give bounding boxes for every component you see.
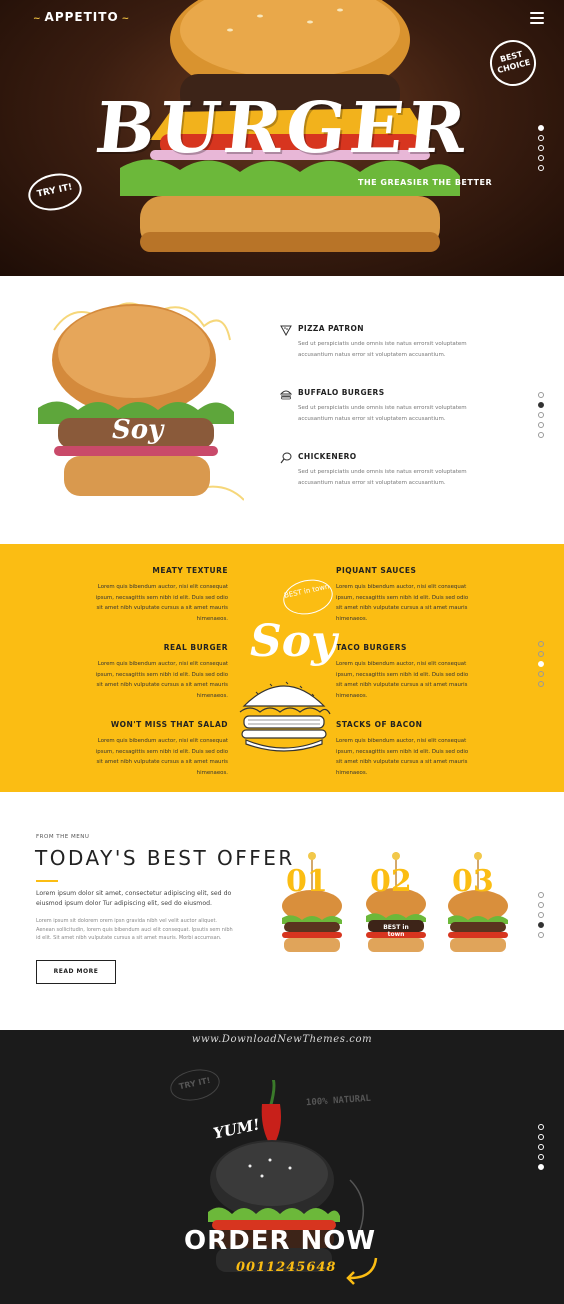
page-dot-5[interactable] bbox=[538, 681, 544, 687]
offer-heading: TODAY'S BEST OFFER bbox=[35, 846, 295, 870]
page-dot-1[interactable] bbox=[538, 641, 544, 647]
offer-number-2: 02 bbox=[370, 864, 412, 899]
feature-text: Sed ut perspiciatis unde omnis iste natu… bbox=[298, 405, 467, 422]
page-dot-4[interactable] bbox=[538, 155, 544, 161]
highlight-text: Lorem quis bibendum auctor, nisi elit co… bbox=[336, 584, 469, 622]
features-burger-image: Soy bbox=[38, 302, 244, 501]
page-dot-5[interactable] bbox=[538, 1164, 544, 1170]
hero-tagline: THE GREASIER THE BETTER bbox=[358, 178, 493, 187]
try-it-badge: TRY IT! bbox=[24, 168, 86, 216]
page-dot-2[interactable] bbox=[538, 902, 544, 908]
page-dot-3[interactable] bbox=[538, 661, 544, 667]
watermark-text: www.DownloadNewThemes.com bbox=[191, 1034, 373, 1045]
page-dot-3[interactable] bbox=[538, 912, 544, 918]
highlight-real-burger: REAL BURGER Lorem quis bibendum auctor, … bbox=[88, 643, 228, 701]
hero-title: BURGER bbox=[91, 86, 475, 169]
highlight-title: STACKS OF BACON bbox=[336, 720, 423, 729]
page-dot-2[interactable] bbox=[538, 402, 544, 408]
highlight-text: Lorem quis bibendum auctor, nisi elit co… bbox=[95, 661, 228, 699]
highlight-stacks-of-bacon: STACKS OF BACON Lorem quis bibendum auct… bbox=[336, 720, 476, 778]
page-dot-1[interactable] bbox=[538, 1124, 544, 1130]
highlight-meaty-texture: MEATY TEXTURE Lorem quis bibendum auctor… bbox=[88, 566, 228, 624]
order-now-button[interactable]: ORDER NOW bbox=[184, 1226, 376, 1256]
features-burger-label: Soy bbox=[112, 415, 165, 445]
highlight-title: TACO BURGERS bbox=[336, 643, 407, 652]
features-pagination bbox=[538, 392, 544, 442]
order-section: www.DownloadNewThemes.com TRY IT! 100% N… bbox=[0, 1030, 564, 1304]
highlight-taco-burgers: TACO BURGERS Lorem quis bibendum auctor,… bbox=[336, 643, 476, 701]
logo-dash-left: ~ bbox=[33, 14, 42, 24]
highlight-text: Lorem quis bibendum auctor, nisi elit co… bbox=[336, 738, 469, 776]
page-dot-4[interactable] bbox=[538, 422, 544, 428]
highlight-title: WON'T MISS THAT SALAD bbox=[110, 720, 228, 729]
hero-section: ~ APPETITO ~ BURGER THE GREASIER THE BETTE… bbox=[0, 0, 564, 276]
feature-title: PIZZA PATRON bbox=[298, 324, 364, 333]
feature-text: Sed ut perspiciatis unde omnis iste natu… bbox=[298, 341, 467, 358]
sketch-burger-image bbox=[239, 681, 331, 752]
page-dot-2[interactable] bbox=[538, 651, 544, 657]
page-dot-2[interactable] bbox=[538, 1134, 544, 1140]
highlights-pagination bbox=[538, 641, 544, 691]
page-dot-1[interactable] bbox=[538, 392, 544, 398]
center-label: Soy bbox=[250, 616, 337, 667]
page-dot-4[interactable] bbox=[538, 1154, 544, 1160]
offer-kicker: FROM THE MENU bbox=[36, 834, 90, 840]
order-phone-number[interactable]: 0011245648 bbox=[236, 1260, 336, 1275]
best-offer-section: FROM THE MENU TODAY'S BEST OFFER Lorem i… bbox=[0, 792, 564, 1030]
page-dot-1[interactable] bbox=[538, 892, 544, 898]
hero-pagination bbox=[538, 125, 544, 175]
best-in-town-badge: BEST in town bbox=[280, 575, 336, 619]
best-choice-badge: BEST CHOICE bbox=[484, 34, 542, 92]
heading-underline bbox=[36, 880, 58, 882]
highlight-piquant-sauces: PIQUANT SAUCES Lorem quis bibendum aucto… bbox=[336, 566, 476, 624]
page-dot-1[interactable] bbox=[538, 125, 544, 131]
order-pagination bbox=[538, 1124, 544, 1174]
page-dot-3[interactable] bbox=[538, 1144, 544, 1150]
feature-title: CHICKENERO bbox=[298, 452, 357, 461]
offer-number-1: 01 bbox=[286, 864, 328, 899]
arrow-icon bbox=[346, 1257, 378, 1285]
feature-title: BUFFALO BURGERS bbox=[298, 388, 385, 397]
burger-icon bbox=[280, 390, 292, 400]
page-dot-3[interactable] bbox=[538, 412, 544, 418]
highlight-text: Lorem quis bibendum auctor, nisi elit co… bbox=[95, 584, 228, 622]
pizza-icon bbox=[280, 325, 292, 336]
page-dot-2[interactable] bbox=[538, 135, 544, 141]
highlight-title: REAL BURGER bbox=[163, 643, 228, 652]
hamburger-menu-icon[interactable] bbox=[530, 12, 544, 24]
offer-lead-text: Lorem ipsum dolor sit amet, consectetur … bbox=[36, 890, 232, 907]
offer-number-3: 03 bbox=[452, 864, 494, 899]
page-dot-3[interactable] bbox=[538, 145, 544, 151]
read-more-button[interactable]: READ MORE bbox=[36, 960, 116, 984]
features-section: Soy PIZZA PATRON Sed ut perspiciatis und… bbox=[0, 276, 564, 544]
highlight-text: Lorem quis bibendum auctor, nisi elit co… bbox=[336, 661, 469, 699]
highlight-text: Lorem quis bibendum auctor, nisi elit co… bbox=[95, 738, 228, 776]
highlights-section: MEATY TEXTURE Lorem quis bibendum auctor… bbox=[0, 544, 564, 792]
page-dot-5[interactable] bbox=[538, 432, 544, 438]
highlight-salad: WON'T MISS THAT SALAD Lorem quis bibendu… bbox=[88, 720, 228, 778]
feature-text: Sed ut perspiciatis unde omnis iste natu… bbox=[298, 469, 467, 486]
page-dot-4[interactable] bbox=[538, 671, 544, 677]
chicken-leg-icon bbox=[280, 452, 292, 464]
page-dot-5[interactable] bbox=[538, 932, 544, 938]
offer-body-text: Lorem ipsum sit dolorem orem ipsn gravid… bbox=[36, 918, 233, 941]
page-dot-5[interactable] bbox=[538, 165, 544, 171]
page-dot-4[interactable] bbox=[538, 922, 544, 928]
logo-text: APPETITO bbox=[44, 10, 119, 24]
offer-best-in-town-badge: BEST in town bbox=[383, 924, 409, 938]
offer-pagination bbox=[538, 892, 544, 942]
highlight-title: PIQUANT SAUCES bbox=[336, 566, 417, 575]
highlight-title: MEATY TEXTURE bbox=[152, 566, 228, 575]
